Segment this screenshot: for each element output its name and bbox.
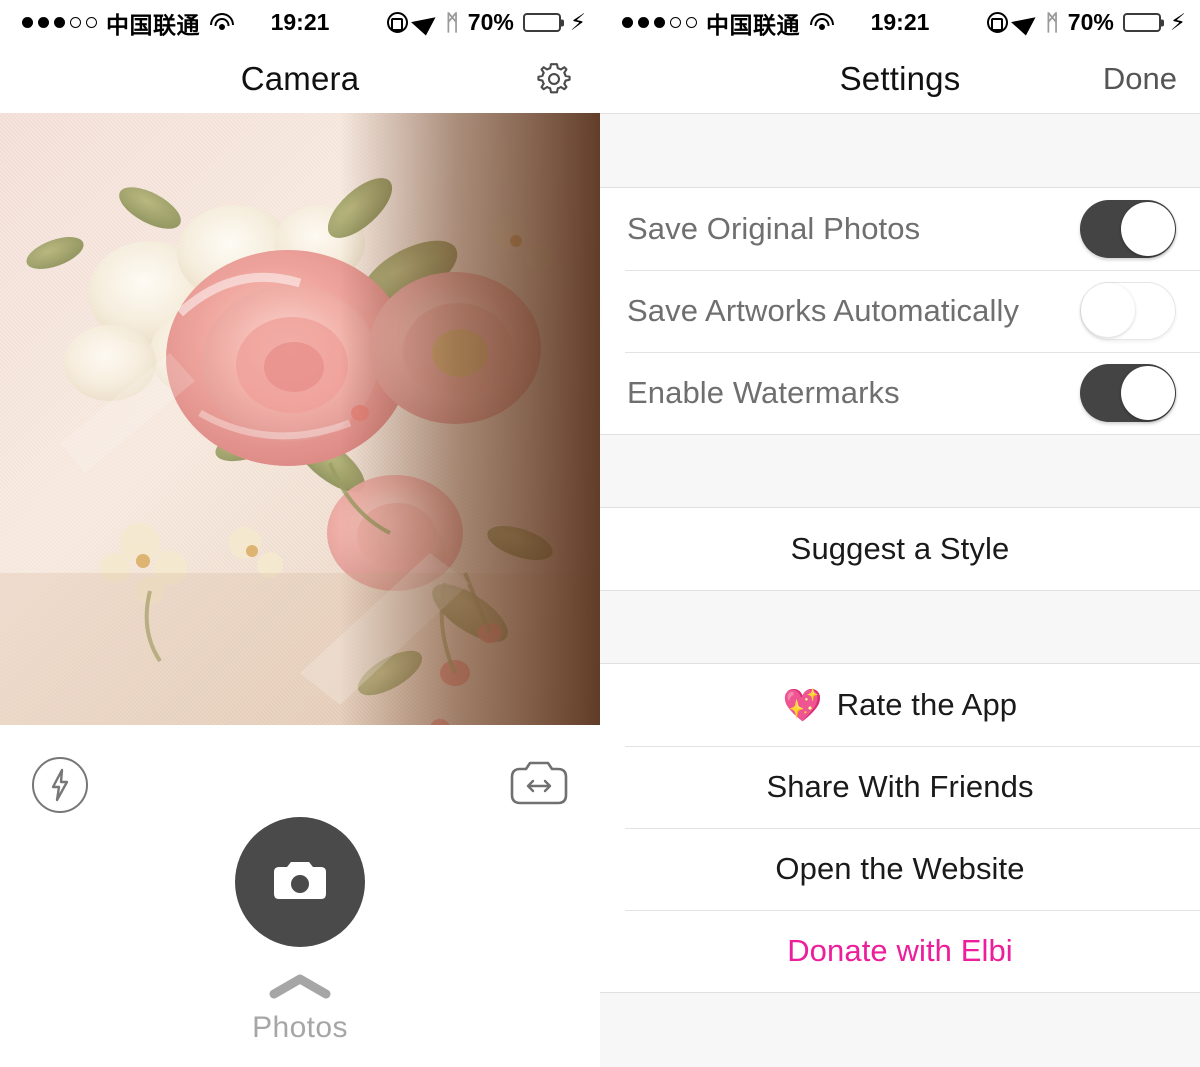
setting-row-save-artworks-automatically[interactable]: Save Artworks Automatically (600, 270, 1200, 352)
battery-percent: 70% (1067, 9, 1114, 35)
camera-nav-bar: Camera (0, 45, 600, 113)
bluetooth-icon: ᛗ (445, 9, 459, 35)
location-arrow-icon (410, 10, 443, 35)
heart-icon: 💖 (782, 687, 823, 723)
battery-icon (522, 13, 561, 32)
section-spacer-top (600, 113, 1200, 188)
rotation-lock-icon (386, 12, 408, 33)
wifi-icon (209, 13, 234, 32)
settings-list: Save Original Photos Save Artworks Autom… (600, 113, 1200, 1067)
status-bar-camera: 中国联通 19:21 ᛗ 70% ⚡ (0, 0, 600, 45)
section-spacer-middle-2 (600, 590, 1200, 664)
suggest-group: Suggest a Style (600, 508, 1200, 590)
section-spacer-middle (600, 434, 1200, 508)
camera-controls: Photos (0, 725, 600, 1067)
status-bar-left: 中国联通 (622, 6, 834, 40)
setting-row-save-original-photos[interactable]: Save Original Photos (600, 188, 1200, 270)
menu-item-label: Donate with Elbi (787, 933, 1013, 968)
charging-bolt-icon: ⚡ (569, 9, 586, 35)
menu-item-open-the-website[interactable]: Open the Website (600, 828, 1200, 910)
done-button-label: Done (1102, 61, 1177, 96)
battery-icon (1122, 13, 1161, 32)
carrier-label: 中国联通 (706, 11, 800, 38)
floral-fabric-photo (0, 113, 600, 725)
flip-camera-button[interactable] (508, 759, 570, 809)
camera-icon (274, 862, 326, 899)
status-bar-right: ᛗ 70% ⚡ (986, 9, 1186, 36)
rotation-lock-icon (986, 12, 1008, 33)
toggles-group: Save Original Photos Save Artworks Autom… (600, 188, 1200, 434)
menu-item-rate-the-app[interactable]: 💖 Rate the App (600, 664, 1200, 746)
dual-screenshot-container: 中国联通 19:21 ᛗ 70% ⚡ Camera Photos 中国联通 19… (0, 0, 1200, 1067)
section-spacer-bottom (600, 992, 1200, 1067)
flash-button[interactable] (32, 757, 88, 813)
toggle-save-original-photos[interactable] (1080, 200, 1176, 258)
flip-camera-icon (510, 761, 568, 805)
settings-nav-bar: Settings Done (600, 45, 1200, 113)
carrier-label: 中国联通 (106, 11, 200, 38)
menu-item-label: Open the Website (775, 851, 1025, 886)
shutter-button[interactable] (235, 817, 365, 947)
setting-label: Save Artworks Automatically (627, 293, 1020, 328)
status-bar-right: ᛗ 70% ⚡ (386, 9, 586, 36)
bluetooth-icon: ᛗ (1045, 9, 1059, 35)
charging-bolt-icon: ⚡ (1169, 9, 1186, 35)
battery-percent: 70% (467, 9, 514, 35)
page-title: Camera (240, 60, 360, 97)
setting-label: Enable Watermarks (627, 375, 900, 410)
page-title: Settings (839, 60, 961, 97)
menu-item-suggest-a-style[interactable]: Suggest a Style (600, 508, 1200, 590)
photos-label: Photos (252, 1011, 348, 1044)
signal-strength-dots (22, 17, 97, 28)
wifi-icon (809, 13, 834, 32)
chevron-up-icon (269, 974, 331, 999)
menu-item-share-with-friends[interactable]: Share With Friends (600, 746, 1200, 828)
settings-button[interactable] (531, 56, 577, 102)
flash-icon (51, 768, 69, 802)
camera-preview-image (0, 113, 600, 725)
status-bar-left: 中国联通 (22, 6, 234, 40)
settings-screen: 中国联通 19:21 ᛗ 70% ⚡ Settings Done Save Or… (600, 0, 1200, 1067)
status-bar-settings: 中国联通 19:21 ᛗ 70% ⚡ (600, 0, 1200, 45)
menu-item-donate-with-elbi[interactable]: Donate with Elbi (600, 910, 1200, 992)
camera-screen: 中国联通 19:21 ᛗ 70% ⚡ Camera Photos (0, 0, 600, 1067)
signal-strength-dots (622, 17, 697, 28)
setting-label: Save Original Photos (627, 211, 921, 246)
photos-drawer-button[interactable]: Photos (0, 973, 600, 1045)
links-group: 💖 Rate the App Share With Friends Open t… (600, 664, 1200, 992)
menu-item-label: Rate the App (836, 687, 1018, 722)
menu-item-label: Suggest a Style (790, 531, 1010, 566)
setting-row-enable-watermarks[interactable]: Enable Watermarks (600, 352, 1200, 434)
location-arrow-icon (1010, 10, 1043, 35)
toggle-save-artworks-automatically[interactable] (1080, 282, 1176, 340)
toggle-enable-watermarks[interactable] (1080, 364, 1176, 422)
menu-item-label: Share With Friends (766, 769, 1034, 804)
gear-icon (537, 63, 571, 94)
done-button[interactable]: Done (1103, 61, 1177, 97)
